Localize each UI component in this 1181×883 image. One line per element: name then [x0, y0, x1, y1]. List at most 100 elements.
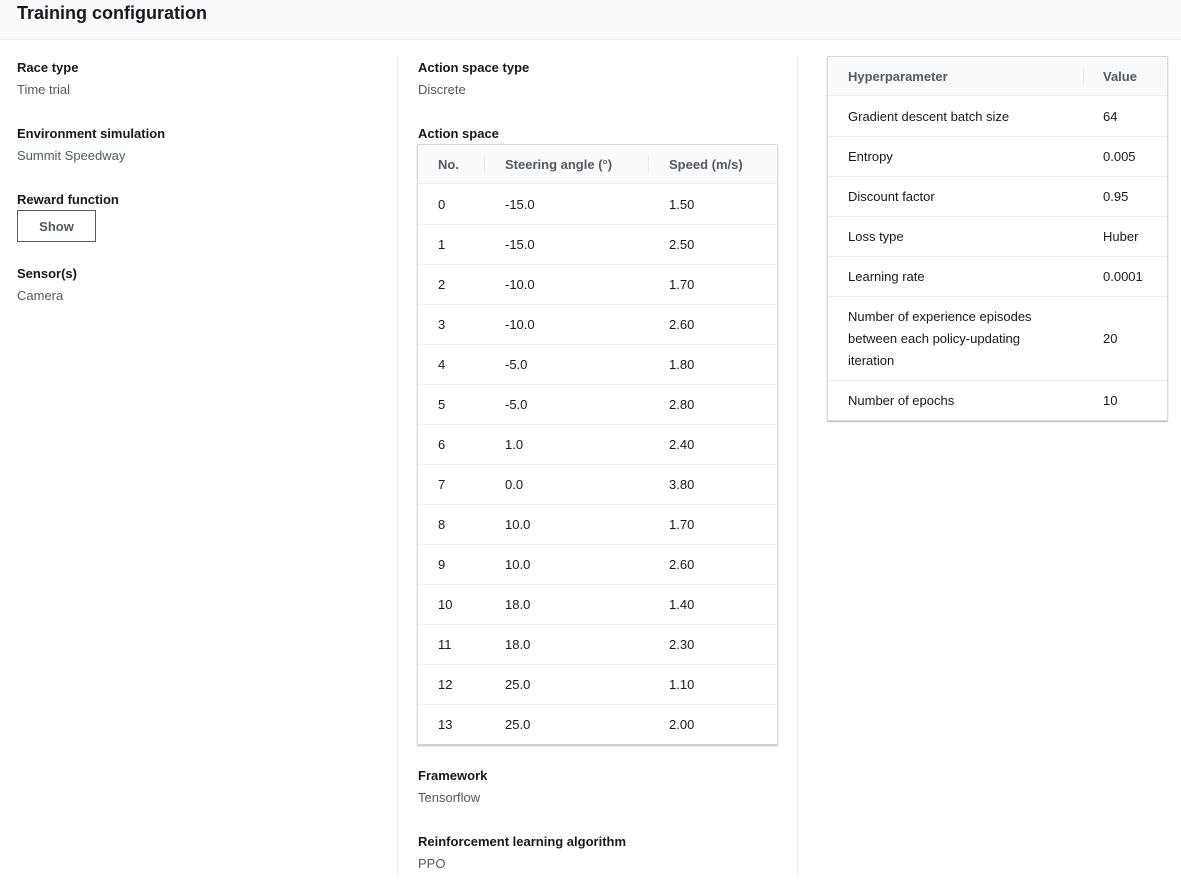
- action-number-cell: 7: [438, 477, 446, 492]
- speed-cell: 2.00: [669, 717, 695, 732]
- action-number-cell: 11: [438, 637, 452, 652]
- speed-cell: 2.30: [669, 637, 695, 652]
- table-row: Discount factor 0.95: [828, 177, 1167, 217]
- steering-angle-cell: 10.0: [505, 517, 531, 532]
- column-divider: [797, 57, 798, 875]
- action-number-cell: 4: [438, 357, 446, 372]
- table-row: 3 -10.0 2.60: [418, 305, 777, 345]
- table-row: 0 -15.0 1.50: [418, 185, 777, 225]
- hyperparameter-name-cell: Number of experience episodes between ea…: [848, 309, 1032, 368]
- action-number-cell: 1: [438, 237, 446, 252]
- column-separator: [484, 155, 485, 174]
- action-space-type-label: Action space type: [418, 60, 530, 75]
- hyperparameter-name-cell: Discount factor: [848, 189, 935, 204]
- panel-header: Training configuration: [0, 0, 1181, 40]
- hyperparameter-table-header: Hyperparameter Value: [828, 57, 1167, 96]
- column-header-value: Value: [1103, 69, 1137, 84]
- speed-cell: 1.50: [669, 197, 695, 212]
- hyperparameter-value-cell: 0.005: [1103, 149, 1136, 164]
- action-number-cell: 5: [438, 397, 446, 412]
- steering-angle-cell: 0.0: [505, 477, 524, 492]
- sensors-label: Sensor(s): [17, 266, 77, 281]
- hyperparameter-value-cell: 0.0001: [1103, 269, 1143, 284]
- steering-angle-cell: 10.0: [505, 557, 531, 572]
- show-reward-function-button[interactable]: Show: [17, 210, 96, 242]
- hyperparameter-name-cell: Entropy: [848, 149, 893, 164]
- speed-cell: 2.60: [669, 317, 695, 332]
- steering-angle-cell: 25.0: [505, 717, 531, 732]
- environment-value: Summit Speedway: [17, 148, 126, 163]
- table-row: 12 25.0 1.10: [418, 665, 777, 705]
- hyperparameter-table: Hyperparameter Value Gradient descent ba…: [827, 56, 1168, 421]
- hyperparameter-value-cell: Huber: [1103, 229, 1139, 244]
- steering-angle-cell: -5.0: [505, 357, 528, 372]
- speed-cell: 3.80: [669, 477, 695, 492]
- steering-angle-cell: -5.0: [505, 397, 528, 412]
- action-number-cell: 8: [438, 517, 446, 532]
- speed-cell: 1.70: [669, 517, 695, 532]
- action-number-cell: 12: [438, 677, 453, 692]
- race-type-label: Race type: [17, 60, 79, 75]
- action-space-label: Action space: [418, 126, 499, 141]
- speed-cell: 2.50: [669, 237, 695, 252]
- algorithm-value: PPO: [418, 856, 446, 871]
- table-row: 7 0.0 3.80: [418, 465, 777, 505]
- column-header-steering-angle: Steering angle (°): [505, 157, 613, 172]
- framework-value: Tensorflow: [418, 790, 481, 805]
- table-row: 8 10.0 1.70: [418, 505, 777, 545]
- steering-angle-cell: -10.0: [505, 277, 535, 292]
- speed-cell: 2.40: [669, 437, 695, 452]
- table-row: 6 1.0 2.40: [418, 425, 777, 465]
- steering-angle-cell: -15.0: [505, 197, 535, 212]
- column-header-no: No.: [438, 157, 459, 172]
- hyperparameter-name-cell: Loss type: [848, 229, 904, 244]
- hyperparameter-value-cell: 0.95: [1103, 189, 1129, 204]
- speed-cell: 1.80: [669, 357, 695, 372]
- steering-angle-cell: -10.0: [505, 317, 535, 332]
- action-number-cell: 3: [438, 317, 446, 332]
- table-row: 1 -15.0 2.50: [418, 225, 777, 265]
- framework-label: Framework: [418, 768, 488, 783]
- column-header-speed: Speed (m/s): [669, 157, 743, 172]
- table-row: Number of experience episodes between ea…: [828, 297, 1167, 381]
- speed-cell: 1.40: [669, 597, 695, 612]
- table-row: 9 10.0 2.60: [418, 545, 777, 585]
- table-row: 10 18.0 1.40: [418, 585, 777, 625]
- steering-angle-cell: -15.0: [505, 237, 535, 252]
- steering-angle-cell: 1.0: [505, 437, 524, 452]
- column-divider: [397, 57, 398, 875]
- table-row: Loss type Huber: [828, 217, 1167, 257]
- steering-angle-cell: 18.0: [505, 637, 531, 652]
- action-number-cell: 13: [438, 717, 453, 732]
- hyperparameter-value-cell: 64: [1103, 109, 1118, 124]
- column-separator: [1083, 67, 1084, 86]
- table-row: 5 -5.0 2.80: [418, 385, 777, 425]
- table-row: Learning rate 0.0001: [828, 257, 1167, 297]
- environment-label: Environment simulation: [17, 126, 166, 141]
- algorithm-label: Reinforcement learning algorithm: [418, 834, 627, 849]
- reward-function-label: Reward function: [17, 192, 119, 207]
- table-row: 11 18.0 2.30: [418, 625, 777, 665]
- hyperparameter-name-cell: Learning rate: [848, 269, 925, 284]
- action-space-type-value: Discrete: [418, 82, 466, 97]
- speed-cell: 2.80: [669, 397, 695, 412]
- action-number-cell: 2: [438, 277, 446, 292]
- table-row: Number of epochs 10: [828, 381, 1167, 421]
- action-space-table: No. Steering angle (°) Speed (m/s) 0 -15.…: [417, 144, 778, 745]
- action-number-cell: 10: [438, 597, 453, 612]
- table-row: 13 25.0 2.00: [418, 705, 777, 745]
- hyperparameter-value-cell: 20: [1103, 331, 1118, 346]
- speed-cell: 1.70: [669, 277, 695, 292]
- column-header-hyperparameter: Hyperparameter: [848, 69, 948, 84]
- hyperparameter-name-cell: Number of epochs: [848, 393, 955, 408]
- action-number-cell: 6: [438, 437, 446, 452]
- table-row: Gradient descent batch size 64: [828, 97, 1167, 137]
- speed-cell: 1.10: [669, 677, 695, 692]
- table-row: 4 -5.0 1.80: [418, 345, 777, 385]
- page-title: Training configuration: [17, 3, 207, 23]
- action-number-cell: 9: [438, 557, 446, 572]
- race-type-value: Time trial: [17, 82, 70, 97]
- steering-angle-cell: 18.0: [505, 597, 531, 612]
- action-space-table-header: No. Steering angle (°) Speed (m/s): [418, 145, 777, 184]
- hyperparameter-name-cell: Gradient descent batch size: [848, 109, 1010, 124]
